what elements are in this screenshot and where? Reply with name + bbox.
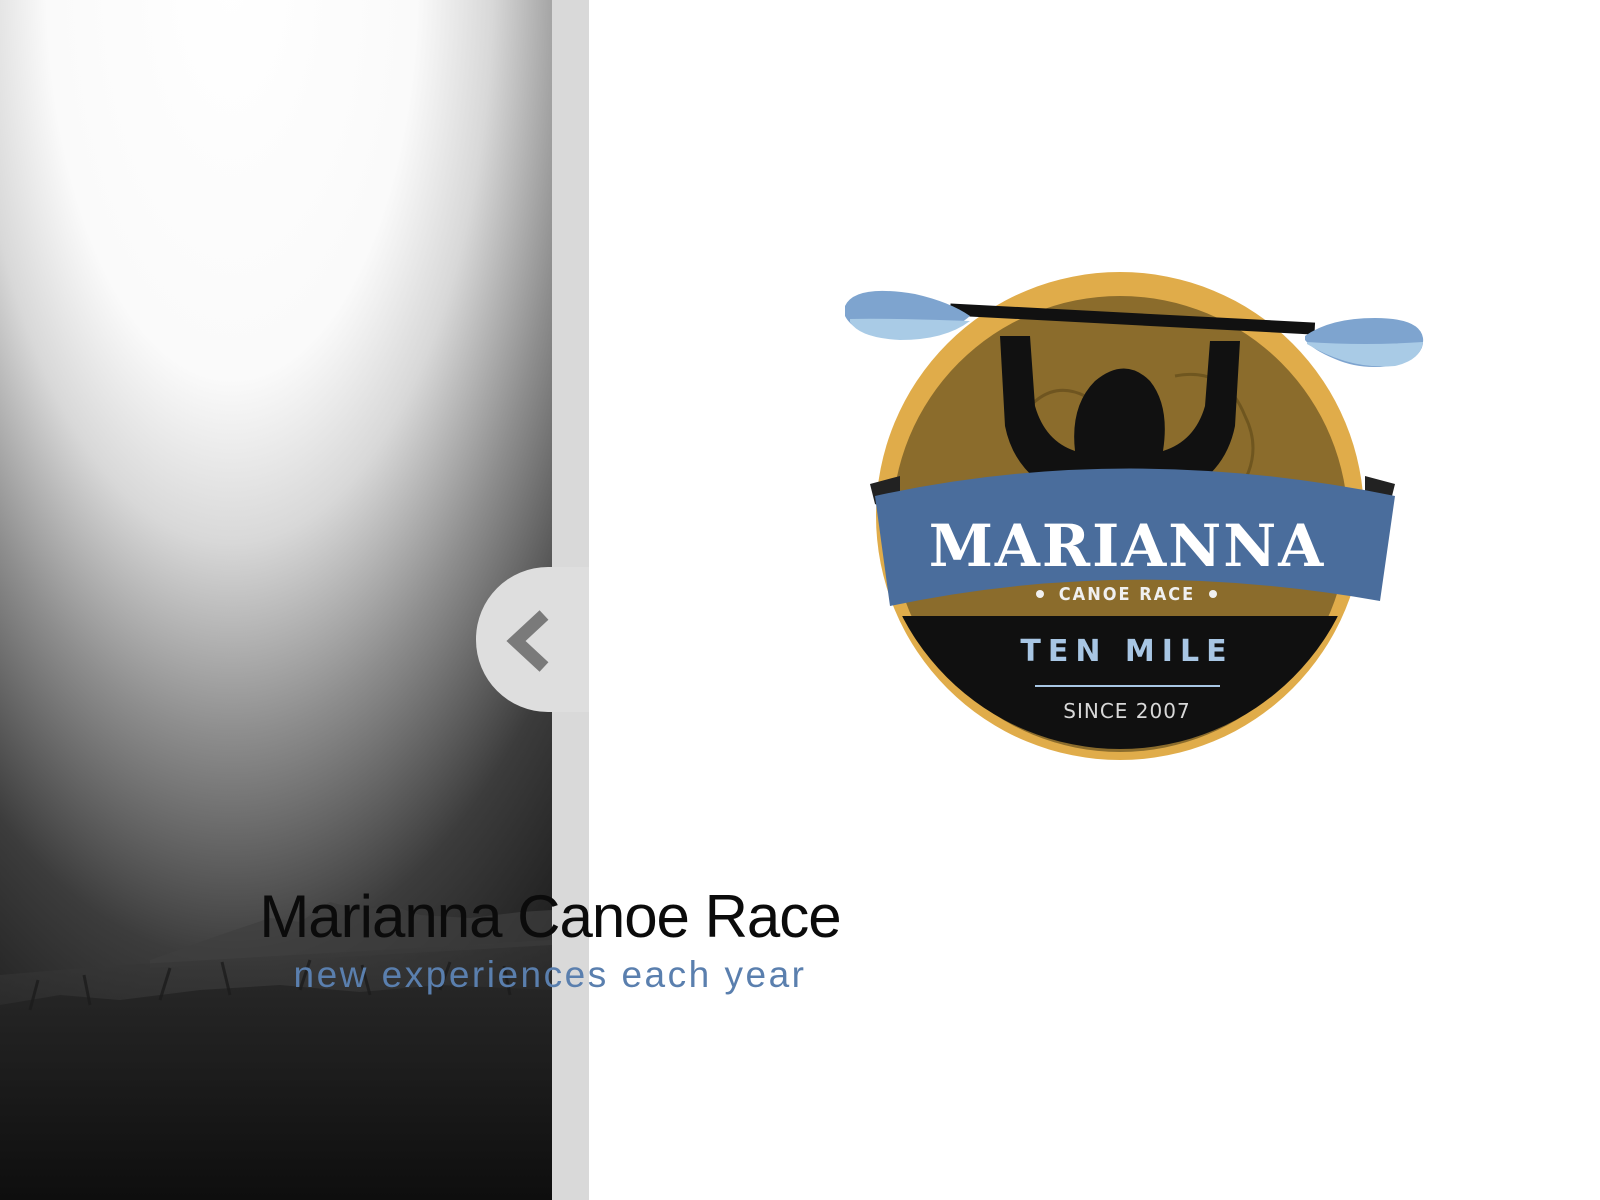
hero-image	[0, 0, 552, 1200]
logo-banner-text: MARIANNA	[929, 512, 1326, 580]
site-title: Marianna Canoe Race	[259, 883, 841, 950]
race-logo-graphic: MARIANNA CANOE RACE TEN MILE SINCE 2007	[845, 272, 1424, 760]
logo-lower-text: TEN MILE	[1020, 634, 1233, 669]
chevron-left-icon	[506, 610, 549, 672]
main-content: MARIANNA CANOE RACE TEN MILE SINCE 2007	[589, 0, 1600, 1200]
logo-since-text: SINCE 2007	[1063, 699, 1190, 723]
race-logo: MARIANNA CANOE RACE TEN MILE SINCE 2007	[845, 256, 1445, 776]
page: MARIANNA CANOE RACE TEN MILE SINCE 2007 …	[0, 0, 1600, 1200]
site-tagline: new experiences each year	[293, 954, 807, 995]
logo-subtext: CANOE RACE	[1059, 584, 1195, 605]
hero-photo	[0, 0, 552, 1200]
